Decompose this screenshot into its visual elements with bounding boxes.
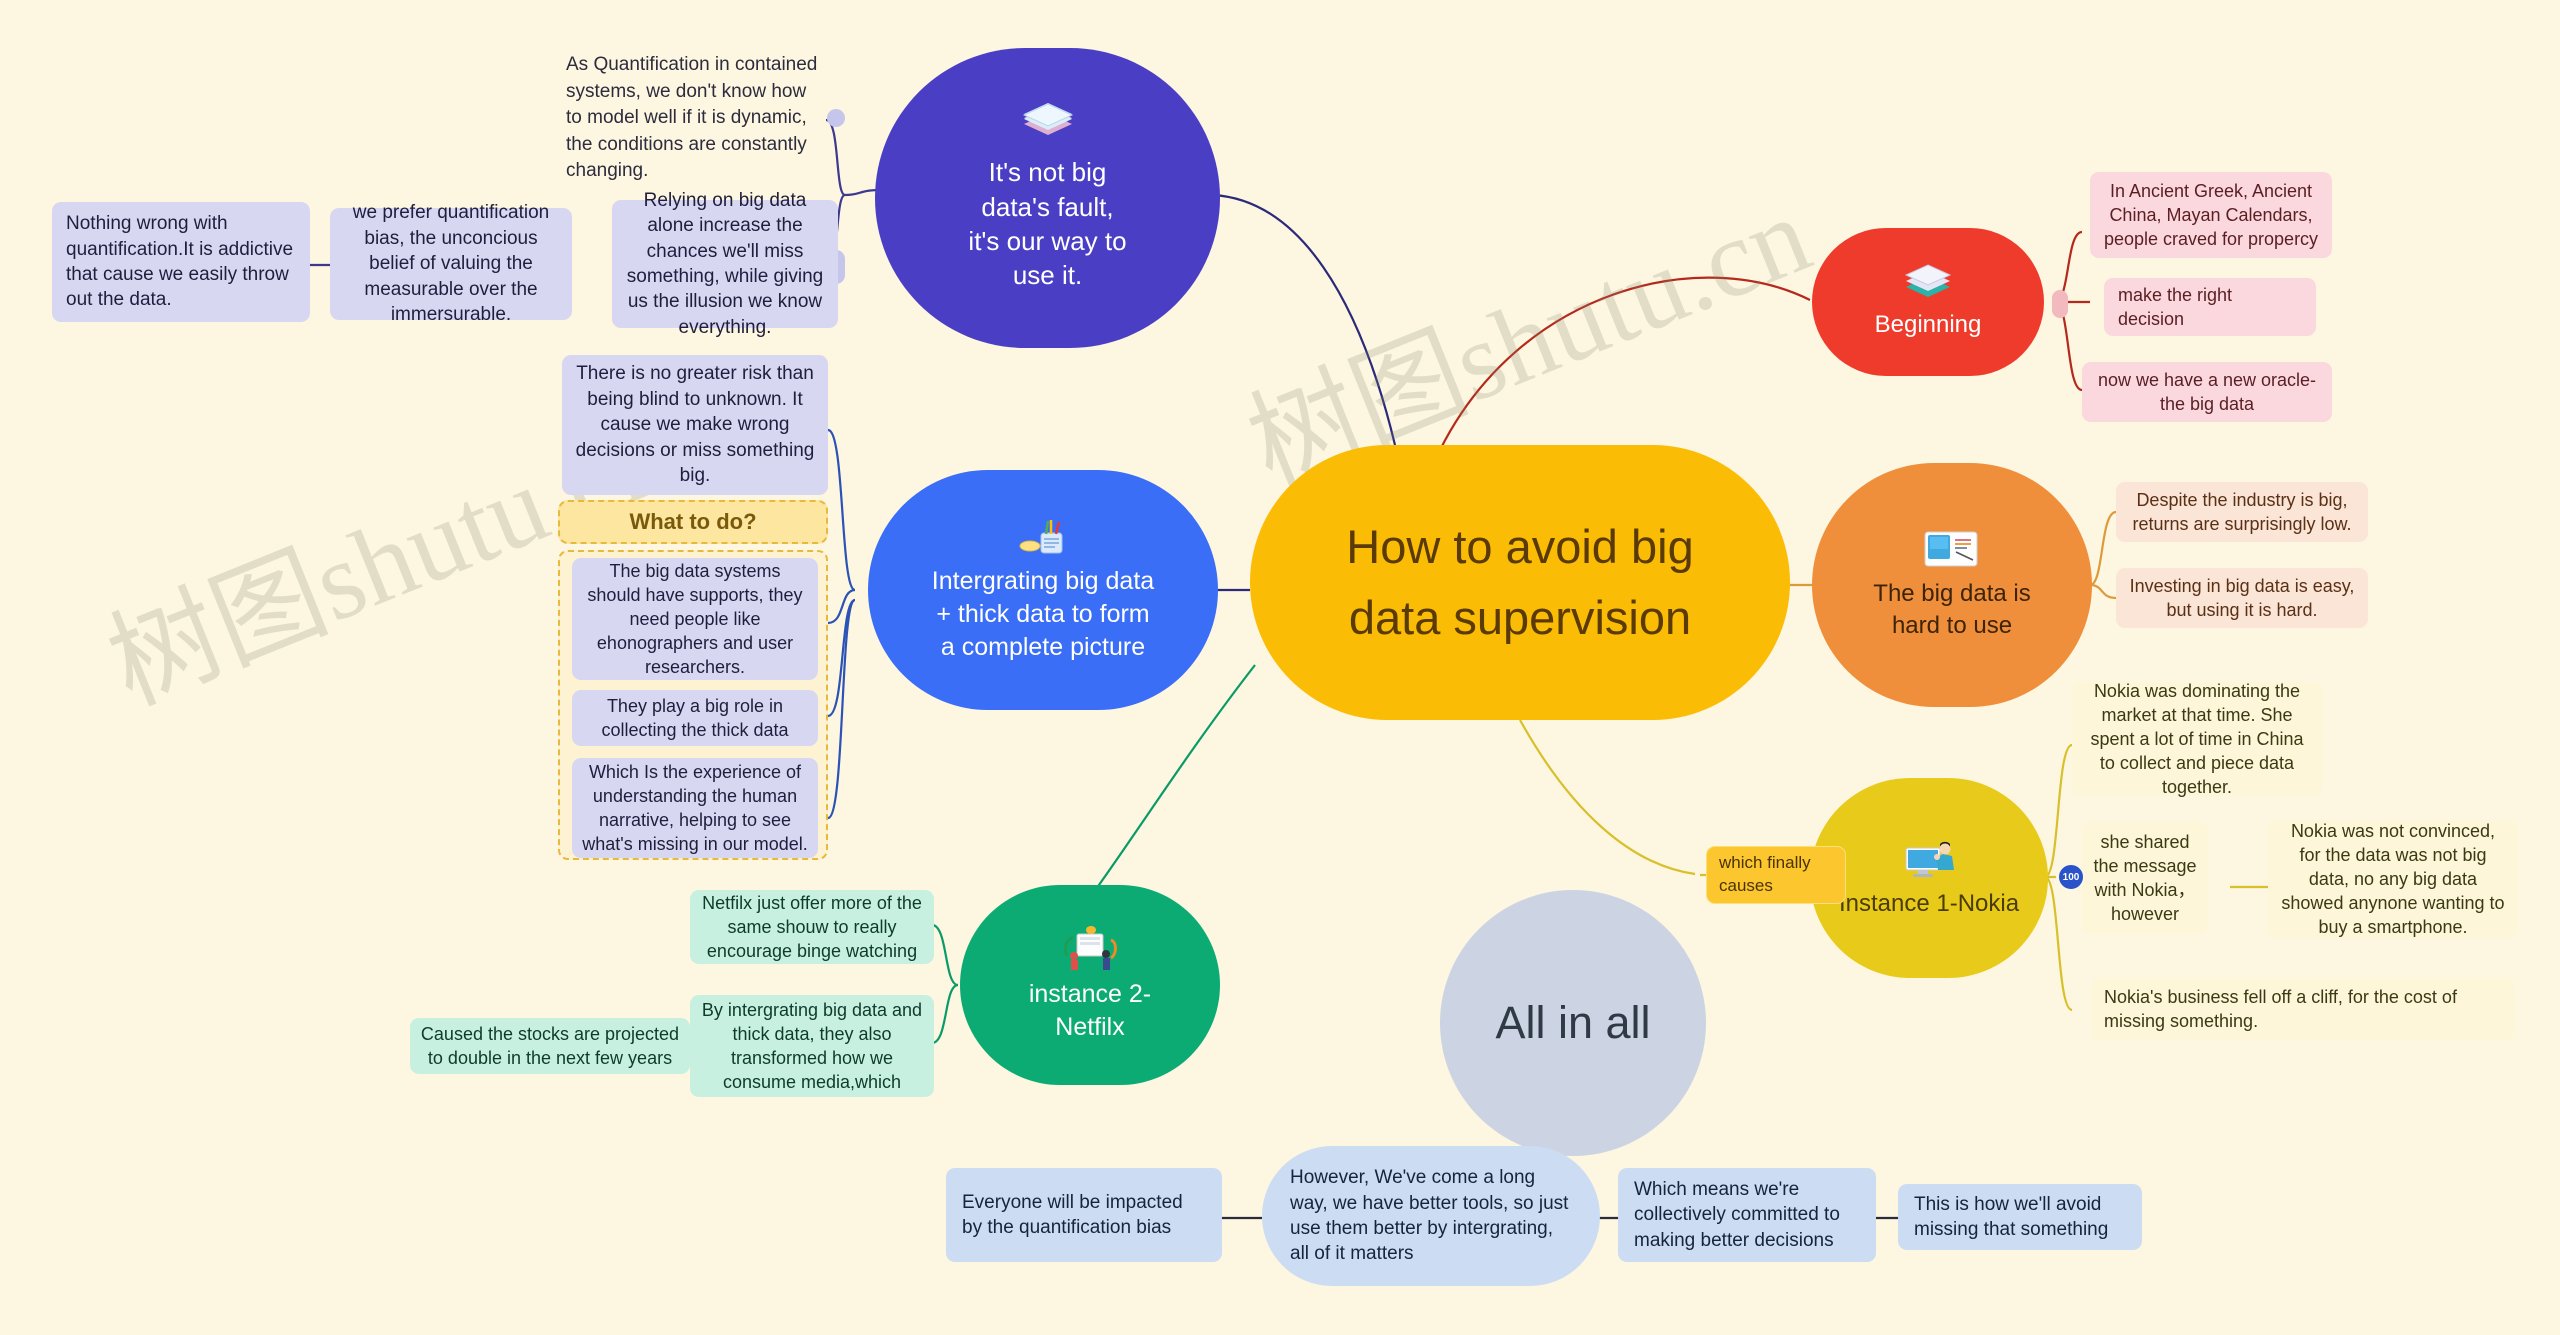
branch-intergrating[interactable]: Intergrating big data + thick data to fo… [868,470,1218,710]
note-nokia-dominating-market[interactable]: Nokia was dominating the market at that … [2072,681,2322,797]
note-ancient-calendars[interactable]: In Ancient Greek, Ancient China, Mayan C… [2090,172,2332,258]
note-nokia-business-cliff[interactable]: Nokia's business fell off a cliff, for t… [2092,978,2514,1040]
central-node-label: How to avoid big data supervision [1346,520,1694,644]
note-shared-message-with-nokia[interactable]: she shared the message with Nokia， howev… [2082,822,2208,934]
note-new-oracle-big-data[interactable]: now we have a new oracle-the big data [2082,362,2332,422]
note-netflix-transformed-media[interactable]: By intergrating big data and thick data,… [690,995,934,1097]
branch-netflix[interactable]: instance 2- Netfilx [960,885,1220,1085]
books-icon [1020,103,1076,149]
central-node[interactable]: How to avoid big data supervision [1250,445,1790,720]
note-big-data-systems-supports[interactable]: The big data systems should have support… [572,558,818,680]
presentation-icon [1061,926,1119,972]
branch-not-big-data-fault-label: It's not big data's fault, it's our way … [968,157,1127,291]
note-avoid-missing-something[interactable]: This is how we'll avoid missing that som… [1898,1184,2142,1250]
note-quantification-bias[interactable]: we prefer quantification bias, the uncon… [330,202,572,325]
group-title-what-to-do[interactable]: What to do? [558,500,828,544]
note-make-right-decision[interactable]: make the right decision [2104,278,2316,336]
branch-not-big-data-fault[interactable]: It's not big data's fault, it's our way … [875,48,1220,348]
note-no-greater-risk[interactable]: There is no greater risk than being blin… [562,355,828,495]
label-which-finally-causes[interactable]: which finally causes [1706,846,1846,904]
note-investing-easy-using-hard[interactable]: Investing in big data is easy, but using… [2116,568,2368,628]
branch-netflix-label: instance 2- Netfilx [1028,980,1152,1041]
desk-monitor-icon [1923,528,1981,572]
note-netflix-stocks-double[interactable]: Caused the stocks are projected to doubl… [410,1018,690,1074]
branch-beginning[interactable]: Beginning [1812,228,2044,376]
note-big-role-thick-data[interactable]: They play a big role in collecting the t… [572,690,818,746]
papers-icon [1902,263,1954,303]
pen-holder-icon [1017,517,1069,559]
note-relying-on-big-data[interactable]: Relying on big data alone increase the c… [612,190,838,338]
note-human-narrative-experience[interactable]: Which Is the experience of understanding… [572,758,818,858]
branch-all-in-all-label: All in all [1495,997,1651,1048]
presenter-screen-icon [1902,836,1956,882]
branch-all-in-all[interactable]: All in all [1440,890,1706,1156]
note-industry-big-returns-low[interactable]: Despite the industry is big, returns are… [2116,482,2368,542]
branch-hard-to-use-label: The big data is hard to use [1873,580,2031,639]
note-collectively-committed[interactable]: Which means we're collectively committed… [1618,1168,1876,1262]
note-nokia-not-convinced[interactable]: Nokia was not convinced, for the data wa… [2268,820,2518,938]
badge-100-icon: 100 [2056,862,2086,892]
branch-intergrating-label: Intergrating big data + thick data to fo… [931,566,1155,661]
branch-beginning-label: Beginning [1874,311,1982,339]
branch-hard-to-use[interactable]: The big data is hard to use [1812,463,2092,707]
note-however-come-long-way[interactable]: However, We've come a long way, we have … [1262,1146,1600,1286]
note-everyone-impacted-bias[interactable]: Everyone will be impacted by the quantif… [946,1168,1222,1262]
mindmap-canvas: 树图shutu.cn 树图shutu.cn How to avoid big d… [0,0,2560,1335]
note-quantification-contained-systems[interactable]: As Quantification in contained systems, … [566,52,822,185]
note-nothing-wrong-quantification[interactable]: Nothing wrong with quantification.It is … [52,202,310,322]
note-netflix-binge-watching[interactable]: Netfilx just offer more of the same shou… [690,890,934,964]
branch-nokia-label: Instance 1-Nokia [1838,890,2020,918]
